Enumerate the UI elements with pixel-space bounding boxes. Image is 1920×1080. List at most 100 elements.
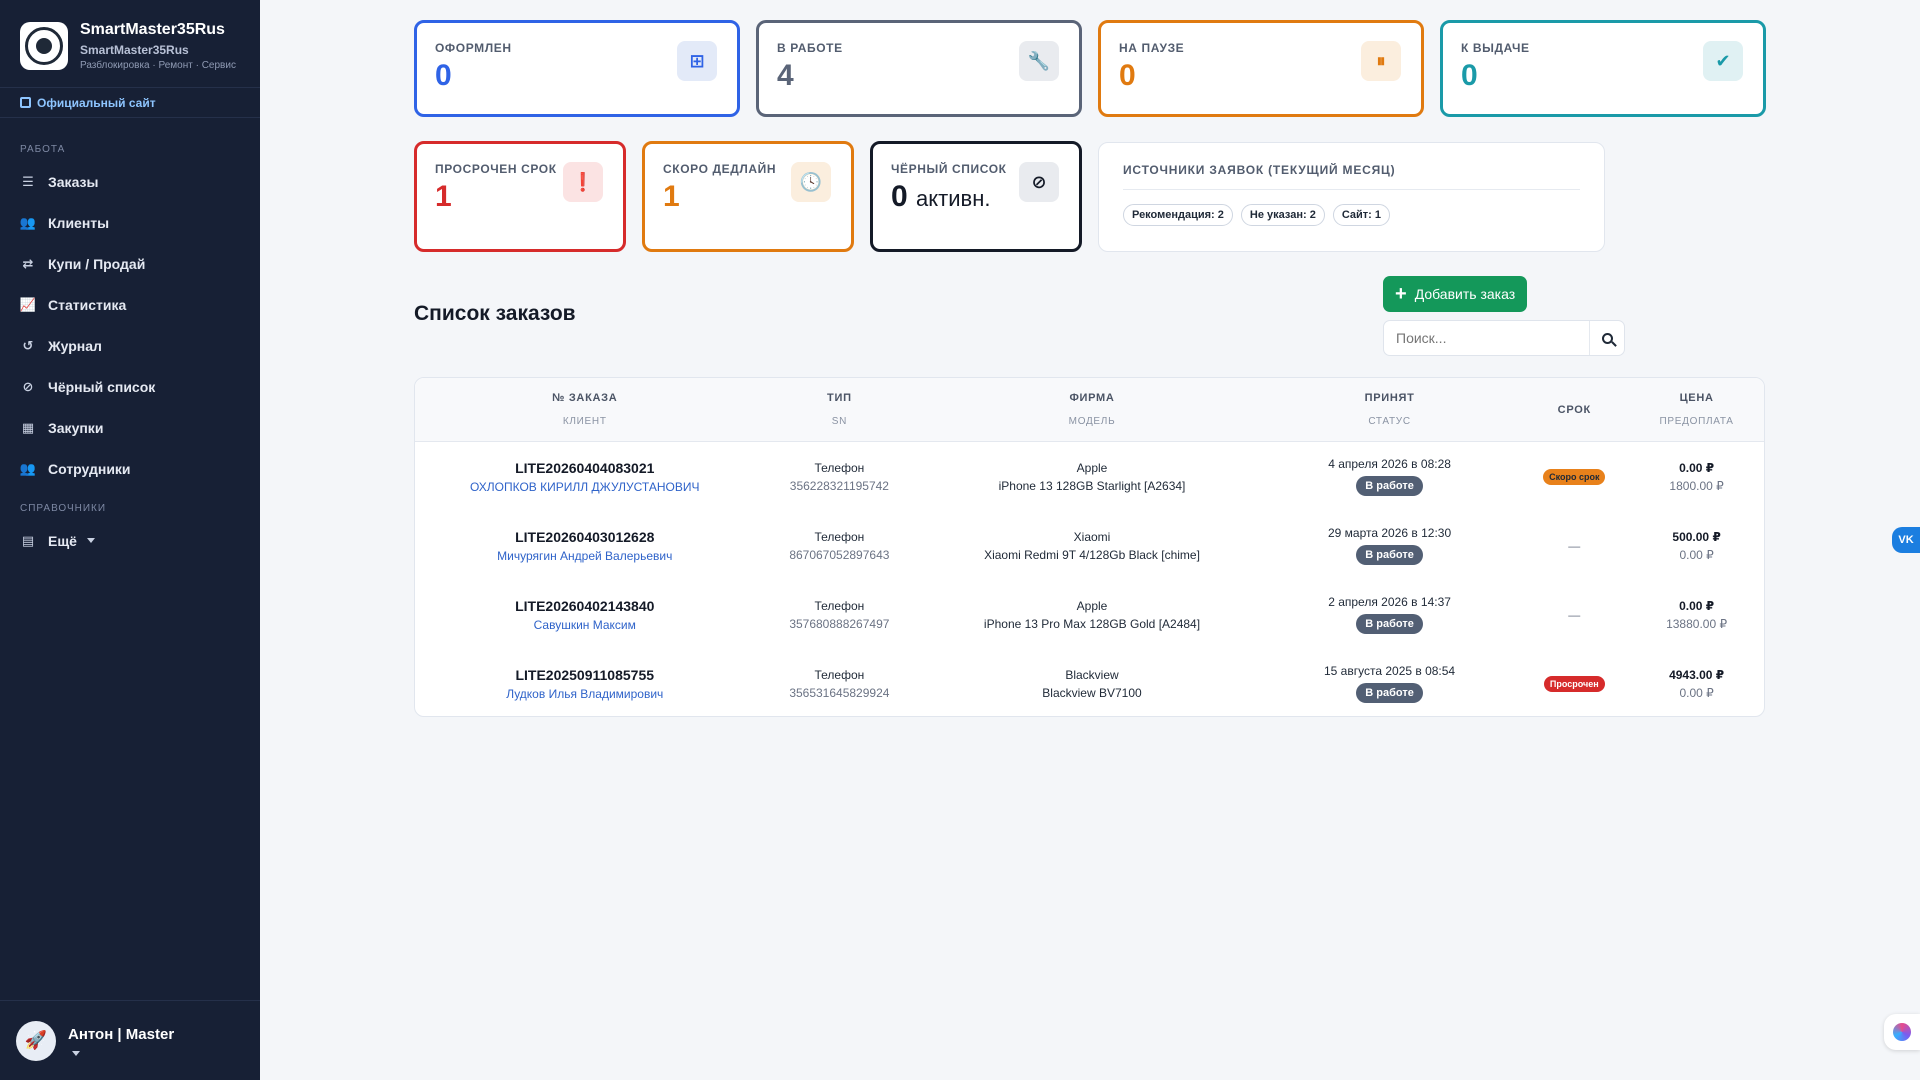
stat-card-in-work[interactable]: В РАБОТЕ 4 🔧 <box>756 20 1082 117</box>
sidebar-item-more[interactable]: ▤ Ещё <box>0 520 260 561</box>
status-badge[interactable]: В работе <box>1356 614 1423 634</box>
column-price-prepay[interactable]: ЦЕНА ПРЕДОПЛАТА <box>1629 378 1764 441</box>
column-type-sn[interactable]: ТИП SN <box>755 378 925 441</box>
brand-tagline: Разблокировка · Ремонт · Сервис <box>80 59 236 71</box>
search-input[interactable] <box>1384 321 1589 355</box>
sidebar-item-buy-sell[interactable]: ⇄ Купи / Продай <box>0 243 260 284</box>
table-row[interactable]: LITE20260402143840 Савушкин Максим Телефо… <box>415 580 1764 649</box>
clock-icon: 🕓 <box>791 162 831 202</box>
table-row[interactable]: LITE20250911085755 Лудков Илья Владимиров… <box>415 649 1764 716</box>
search-button[interactable] <box>1589 321 1624 355</box>
device-model: Xiaomi Redmi 9T 4/128Gb Black [chime] <box>984 547 1200 562</box>
client-link[interactable]: Савушкин Максим <box>534 618 636 632</box>
sources-title: ИСТОЧНИКИ ЗАЯВОК (ТЕКУЩИЙ МЕСЯЦ) <box>1123 163 1580 190</box>
stat-card-deadline[interactable]: СКОРО ДЕДЛАЙН 1 🕓 <box>642 141 854 252</box>
sidebar-item-blacklist[interactable]: ⊘ Чёрный список <box>0 366 260 407</box>
client-link[interactable]: ОХЛОПКОВ КИРИЛЛ ДЖУЛУСТАНОВИЧ <box>470 480 700 494</box>
sidebar-item-clients[interactable]: 👥 Клиенты <box>0 202 260 243</box>
user-slash-icon: ⊘ <box>22 378 34 394</box>
avatar: 🚀 <box>16 1020 56 1061</box>
source-chip-unspecified[interactable]: Не указан: 2 <box>1240 204 1325 226</box>
brand-subtitle: SmartMaster35Rus <box>80 42 189 57</box>
sidebar-item-purchases[interactable]: ▦ Закупки <box>0 407 260 448</box>
status-badge[interactable]: В работе <box>1356 545 1423 565</box>
stat-card-issued[interactable]: ОФОРМЛЕН 0 ⊞ <box>414 20 740 117</box>
list-icon: ☰ <box>22 173 34 189</box>
status-badge[interactable]: В работе <box>1356 683 1423 703</box>
order-number[interactable]: LITE20260404083021 <box>515 460 654 476</box>
wrench-icon: 🔧 <box>1019 41 1059 81</box>
source-chip-recommendation[interactable]: Рекомендация: 2 <box>1123 204 1233 226</box>
sidebar-item-statistics[interactable]: 📈 Статистика <box>0 284 260 325</box>
column-brand-model[interactable]: ФИРМА МОДЕЛЬ <box>924 378 1260 441</box>
brand[interactable]: SmartMaster35Rus SmartMaster35Rus Разбло… <box>0 0 260 88</box>
plus-icon: + <box>1395 283 1407 305</box>
sidebar-item-staff[interactable]: 👥 Сотрудники <box>0 448 260 489</box>
prepayment: 1800.00 ₽ <box>1669 478 1724 493</box>
vk-widget-button[interactable]: VK <box>1892 527 1920 553</box>
device-model: iPhone 13 Pro Max 128GB Gold [A2484] <box>983 616 1201 631</box>
deadline-empty: — <box>1568 607 1581 622</box>
sidebar: SmartMaster35Rus SmartMaster35Rus Разбло… <box>0 0 260 1080</box>
search-icon <box>1601 332 1613 344</box>
sidebar-item-journal[interactable]: ↺ Журнал <box>0 325 260 366</box>
prepayment: 13880.00 ₽ <box>1666 616 1728 631</box>
stat-card-ready[interactable]: К ВЫДАЧЕ 0 ✔ <box>1440 20 1766 117</box>
device-model: iPhone 13 128GB Starlight [A2634] <box>998 478 1186 493</box>
device-brand: Blackview <box>1065 667 1119 682</box>
device-brand: Xiaomi <box>1073 529 1111 544</box>
add-order-button[interactable]: + Добавить заказ <box>1383 276 1528 312</box>
official-site-link[interactable]: Официальный сайт <box>0 88 260 118</box>
order-number[interactable]: LITE20260403012628 <box>515 529 654 545</box>
stat-card-overdue[interactable]: ПРОСРОЧЕН СРОК 1 ❗ <box>414 141 626 252</box>
device-brand: Apple <box>1076 460 1108 475</box>
plus-square-icon: ⊞ <box>677 41 717 81</box>
chart-icon: 📈 <box>19 296 37 312</box>
stat-card-paused[interactable]: НА ПАУЗЕ 0 ⏸ <box>1098 20 1424 117</box>
source-chip-site[interactable]: Сайт: 1 <box>1332 204 1391 226</box>
price: 0.00 ₽ <box>1679 460 1715 475</box>
serial-number: 357680888267497 <box>789 616 890 631</box>
order-number[interactable]: LITE20250911085755 <box>515 667 654 683</box>
official-site-label: Официальный сайт <box>37 95 156 110</box>
external-link-icon <box>20 97 31 108</box>
deadline-badge: Просрочен <box>1543 675 1605 692</box>
users-icon: 👥 <box>19 214 37 230</box>
prepayment: 0.00 ₽ <box>1679 685 1714 700</box>
order-number[interactable]: LITE20260402143840 <box>515 598 654 614</box>
stat-card-blacklist[interactable]: ЧЁРНЫЙ СПИСОК 0 активн. ⊘ <box>870 141 1082 252</box>
device-type: Телефон <box>814 460 865 475</box>
brand-title: SmartMaster35Rus <box>80 20 225 38</box>
device-type: Телефон <box>814 529 865 544</box>
column-accepted-status[interactable]: ПРИНЯТ СТАТУС <box>1260 378 1520 441</box>
chevron-down-icon <box>72 1050 80 1056</box>
table-row[interactable]: LITE20260403012628 Мичурягин Андрей Валер… <box>415 511 1764 580</box>
price: 4943.00 ₽ <box>1669 667 1725 682</box>
accepted-date: 29 марта 2026 в 12:30 <box>1327 526 1452 540</box>
client-link[interactable]: Мичурягин Андрей Валерьевич <box>497 549 672 563</box>
history-icon: ↺ <box>22 337 34 353</box>
user-menu[interactable]: 🚀 Антон | Master <box>0 1000 260 1080</box>
serial-number: 356228321195742 <box>789 478 889 493</box>
search-box <box>1383 320 1625 356</box>
user-slash-icon: ⊘ <box>1019 162 1059 202</box>
status-badge[interactable]: В работе <box>1356 476 1423 496</box>
exchange-icon: ⇄ <box>22 255 34 271</box>
assistant-button[interactable] <box>1884 1014 1920 1050</box>
client-link[interactable]: Лудков Илья Владимирович <box>506 687 663 701</box>
chevron-down-icon <box>86 538 95 543</box>
column-term[interactable]: СРОК <box>1519 378 1629 441</box>
table-row[interactable]: LITE20260404083021 ОХЛОПКОВ КИРИЛЛ ДЖУЛУС… <box>415 442 1764 511</box>
section-label-work: РАБОТА <box>20 144 66 155</box>
orders-table: № ЗАКАЗА КЛИЕНТ ТИП SN ФИРМА МОДЕЛЬ ПРИНЯТ С… <box>414 377 1765 717</box>
main-content: ОФОРМЛЕН 0 ⊞ В РАБОТЕ 4 🔧 НА ПАУЗЕ 0 ⏸ К… <box>260 0 1920 1080</box>
device-type: Телефон <box>814 667 865 682</box>
price: 0.00 ₽ <box>1679 598 1715 613</box>
dolly-icon: ▦ <box>21 419 35 435</box>
table-header: № ЗАКАЗА КЛИЕНТ ТИП SN ФИРМА МОДЕЛЬ ПРИНЯТ С… <box>415 378 1764 442</box>
column-order-client[interactable]: № ЗАКАЗА КЛИЕНТ <box>415 378 755 441</box>
alert-icon: ❗ <box>563 162 603 202</box>
sidebar-item-orders[interactable]: ☰ Заказы <box>0 161 260 202</box>
accepted-date: 15 августа 2025 в 08:54 <box>1324 664 1456 678</box>
device-model: Blackview BV7100 <box>1042 685 1142 700</box>
